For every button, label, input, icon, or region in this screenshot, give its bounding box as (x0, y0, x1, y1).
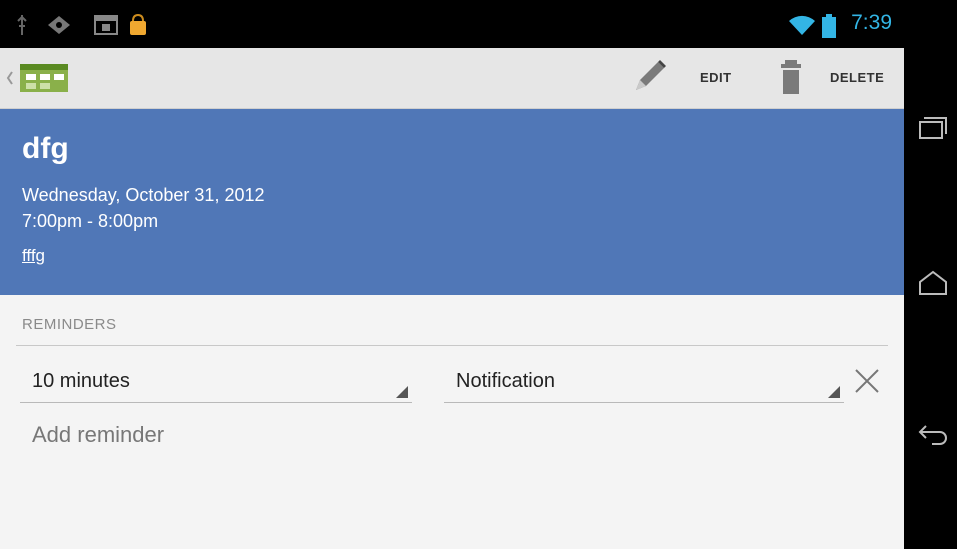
back-icon[interactable] (918, 418, 948, 448)
calendar-app-icon (20, 64, 68, 92)
reminder-method-value: Notification (456, 370, 555, 392)
delete-label: DELETE (830, 70, 885, 85)
reminders-divider (16, 345, 888, 346)
trash-icon (781, 60, 801, 94)
event-title: dfg (22, 132, 69, 165)
up-button[interactable] (0, 48, 72, 108)
battery-icon (822, 14, 836, 38)
spinner-arrow-icon (828, 386, 840, 398)
usb-icon (17, 15, 27, 35)
add-reminder-button[interactable]: Add reminder (32, 422, 164, 448)
screen: 7:39 EDIT DELETE dfg Wednesday, October … (0, 0, 904, 549)
event-header: dfg Wednesday, October 31, 2012 7:00pm -… (0, 109, 904, 295)
reminder-method-spinner[interactable]: Notification (444, 360, 844, 403)
edit-button[interactable]: EDIT (620, 48, 740, 108)
calendar-icon (94, 15, 118, 35)
reminder-time-value: 10 minutes (32, 370, 130, 392)
wifi-icon (789, 15, 815, 35)
home-icon[interactable] (918, 268, 948, 298)
spinner-arrow-icon (396, 386, 408, 398)
status-bar: 7:39 (0, 0, 904, 48)
event-time: 7:00pm - 8:00pm (22, 211, 159, 231)
reminders-header: REMINDERS (22, 316, 117, 333)
reminder-time-spinner[interactable]: 10 minutes (20, 360, 412, 403)
edit-label: EDIT (700, 70, 732, 85)
status-clock: 7:39 (851, 11, 892, 34)
remove-reminder-icon[interactable] (852, 366, 882, 396)
delete-button[interactable]: DELETE (775, 48, 904, 108)
event-location-link[interactable]: fffg (22, 246, 45, 266)
recent-apps-icon[interactable] (918, 114, 948, 144)
location-icon (48, 16, 70, 34)
navigation-bar (904, 0, 957, 549)
pencil-icon (636, 60, 666, 90)
action-bar: EDIT DELETE (0, 48, 904, 109)
event-date: Wednesday, October 31, 2012 (22, 185, 265, 205)
shopping-bag-icon (130, 14, 146, 35)
